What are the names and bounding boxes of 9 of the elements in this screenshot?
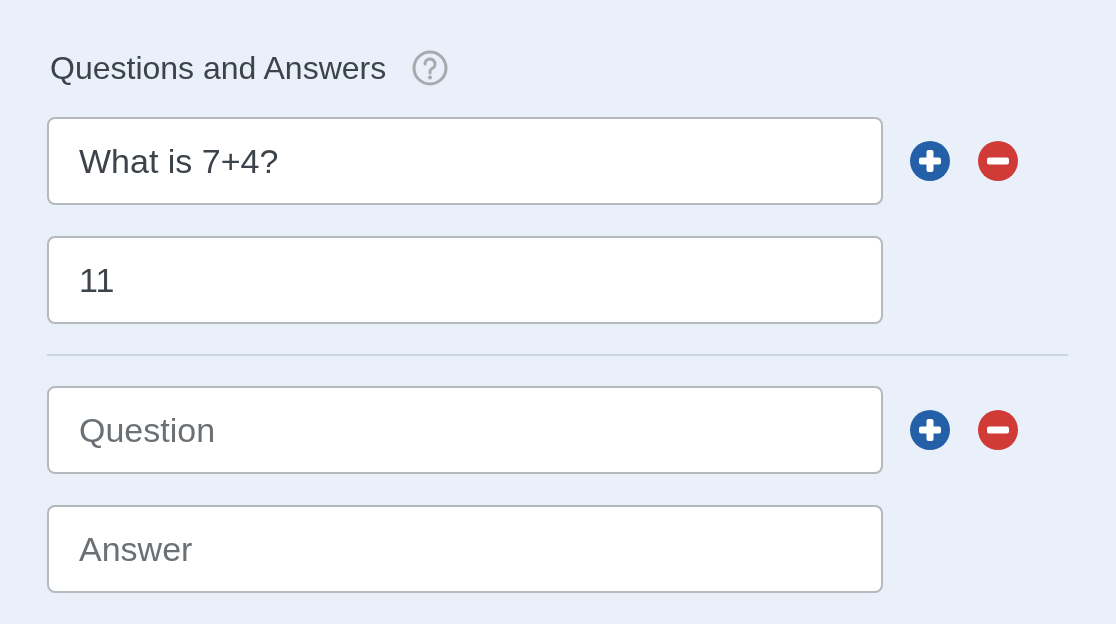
add-icon[interactable]: [910, 141, 950, 181]
remove-icon[interactable]: [978, 141, 1018, 181]
add-icon[interactable]: [910, 410, 950, 450]
remove-icon[interactable]: [978, 410, 1018, 450]
section-title: Questions and Answers: [50, 49, 387, 87]
answer-field[interactable]: Answer: [47, 505, 883, 593]
question-field[interactable]: Question: [47, 386, 883, 474]
question-field[interactable]: What is 7+4?: [47, 117, 883, 205]
answer-field[interactable]: 11: [47, 236, 883, 324]
